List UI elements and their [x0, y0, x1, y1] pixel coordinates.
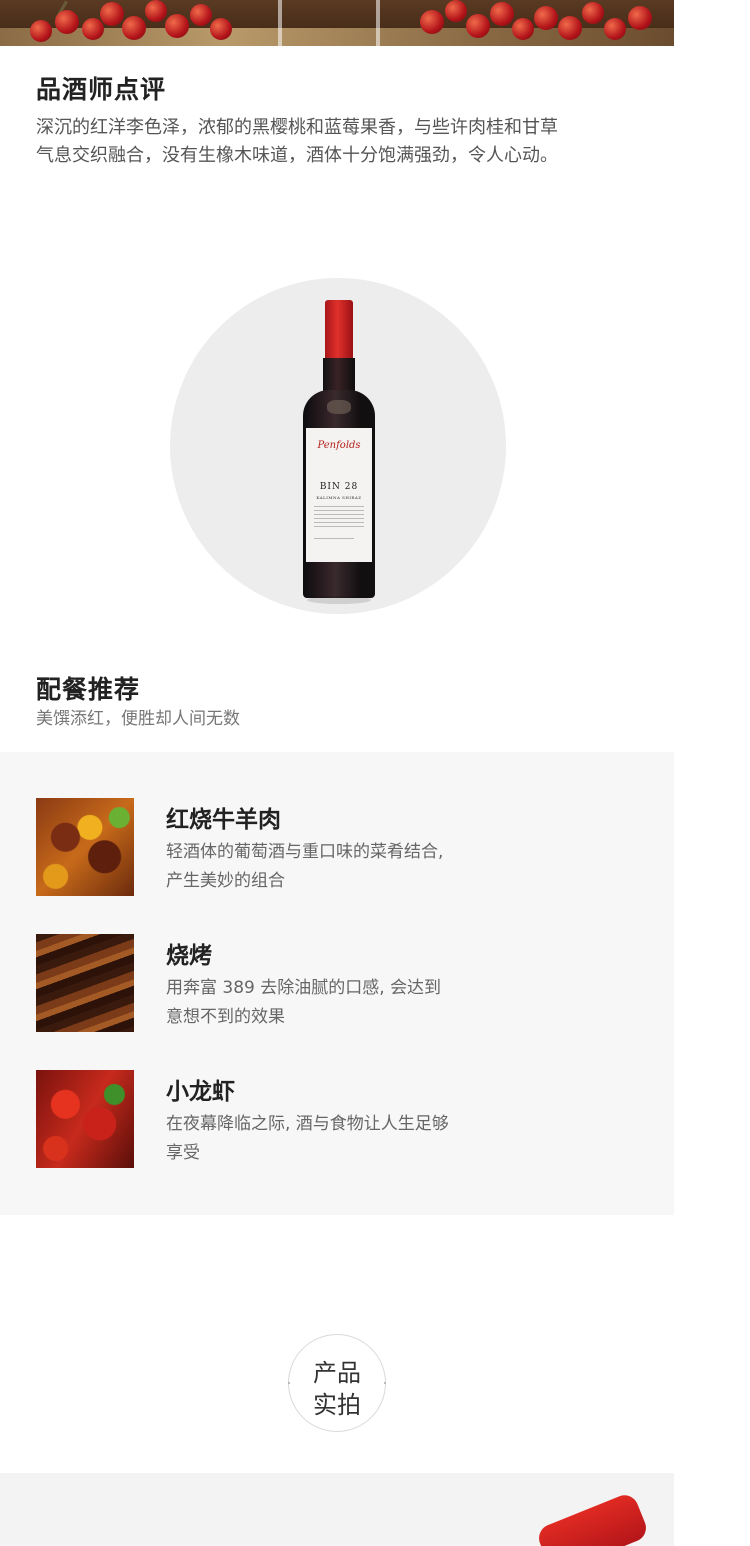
- food-description: 轻酒体的葡萄酒与重口味的菜肴结合, 产生美妙的组合: [166, 838, 496, 896]
- list-item: 烧烤 用奔富 389 去除油腻的口感, 会达到 意想不到的效果: [36, 934, 596, 1044]
- list-item: 小龙虾 在夜幕降临之际, 酒与食物让人生足够 享受: [36, 1070, 596, 1180]
- food-description-line1: 轻酒体的葡萄酒与重口味的菜肴结合,: [166, 842, 444, 862]
- food-name: 红烧牛羊肉: [166, 807, 281, 833]
- crayfish-photo: [36, 1070, 134, 1168]
- braised-meat-photo: [36, 798, 134, 896]
- bottle-label: Penfolds BIN 28 KALIMNA SHIRAZ: [306, 428, 372, 562]
- pairing-subtitle: 美馔添红，便胜却人间无数: [36, 709, 240, 729]
- food-description-line1: 在夜幕降临之际, 酒与食物让人生足够: [166, 1114, 449, 1134]
- food-name: 小龙虾: [166, 1079, 235, 1105]
- pairing-panel: 红烧牛羊肉 轻酒体的葡萄酒与重口味的菜肴结合, 产生美妙的组合 烧烤 用奔富 3…: [0, 752, 674, 1215]
- badge-line1: 产品: [313, 1359, 361, 1387]
- banner-photo: [0, 0, 674, 46]
- list-item: 红烧牛羊肉 轻酒体的葡萄酒与重口味的菜肴结合, 产生美妙的组合: [36, 798, 596, 908]
- bottle-capsule-photo: [534, 1491, 651, 1546]
- bottle-emblem: [327, 400, 351, 414]
- bottle-brand: Penfolds: [317, 440, 361, 451]
- bottle-capsule: [325, 300, 353, 362]
- pairing-title: 配餐推荐: [36, 675, 141, 704]
- barbecue-photo: [36, 934, 134, 1032]
- food-description-line2: 产生美妙的组合: [166, 871, 285, 891]
- badge-line2: 实拍: [313, 1391, 361, 1419]
- wine-bottle-image: Penfolds BIN 28 KALIMNA SHIRAZ: [303, 300, 375, 604]
- food-name: 烧烤: [166, 943, 212, 969]
- food-description-line2: 享受: [166, 1143, 200, 1163]
- tasting-note-line1: 深沉的红洋李色泽，浓郁的黑樱桃和蓝莓果香，与些许肉桂和甘草: [36, 117, 558, 138]
- food-description: 在夜幕降临之际, 酒与食物让人生足够 享受: [166, 1110, 496, 1168]
- tasting-note-line2: 气息交织融合，没有生橡木味道，酒体十分饱满强劲，令人心动。: [36, 145, 558, 166]
- bottle-variety: KALIMNA SHIRAZ: [316, 495, 362, 500]
- product-photo-section: [0, 1473, 674, 1546]
- food-description: 用奔富 389 去除油腻的口感, 会达到 意想不到的效果: [166, 974, 496, 1032]
- tasting-title: 品酒师点评: [36, 75, 167, 104]
- bottle-bin: BIN 28: [319, 482, 359, 492]
- product-photo-badge: 产品 实拍: [288, 1334, 386, 1432]
- product-detail-page: 品酒师点评 深沉的红洋李色泽，浓郁的黑樱桃和蓝莓果香，与些许肉桂和甘草 气息交织…: [0, 0, 674, 1546]
- food-description-line2: 意想不到的效果: [166, 1007, 285, 1027]
- food-description-line1: 用奔富 389 去除油腻的口感, 会达到: [166, 978, 442, 998]
